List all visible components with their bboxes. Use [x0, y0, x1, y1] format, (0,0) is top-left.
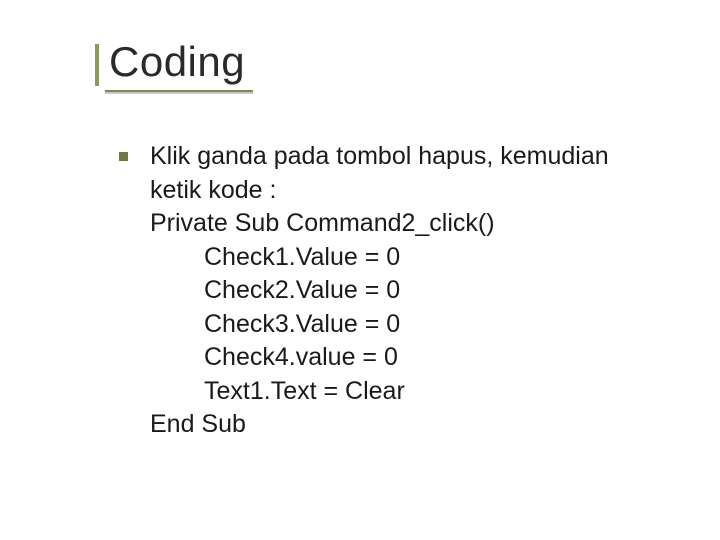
title-block: Coding	[95, 38, 670, 92]
code-line: Text1.Text = Clear	[150, 375, 609, 409]
slide-title: Coding	[103, 38, 670, 86]
code-line: Check4.value = 0	[150, 341, 609, 375]
text-line: ketik kode :	[150, 174, 609, 208]
body: Klik ganda pada tombol hapus, kemudian k…	[95, 140, 670, 442]
code-line: Check2.Value = 0	[150, 274, 609, 308]
square-bullet-icon	[119, 152, 128, 161]
code-line: Check1.Value = 0	[150, 241, 609, 275]
text-line: Klik ganda pada tombol hapus, kemudian	[150, 140, 609, 174]
bullet-content: Klik ganda pada tombol hapus, kemudian k…	[150, 140, 609, 442]
code-line: Private Sub Command2_click()	[150, 207, 609, 241]
bullet-item: Klik ganda pada tombol hapus, kemudian k…	[119, 140, 670, 442]
code-line: End Sub	[150, 408, 609, 442]
title-accent-bar	[95, 44, 99, 86]
code-line: Check3.Value = 0	[150, 308, 609, 342]
title-underline	[105, 90, 253, 92]
slide: Coding Klik ganda pada tombol hapus, kem…	[0, 0, 720, 540]
